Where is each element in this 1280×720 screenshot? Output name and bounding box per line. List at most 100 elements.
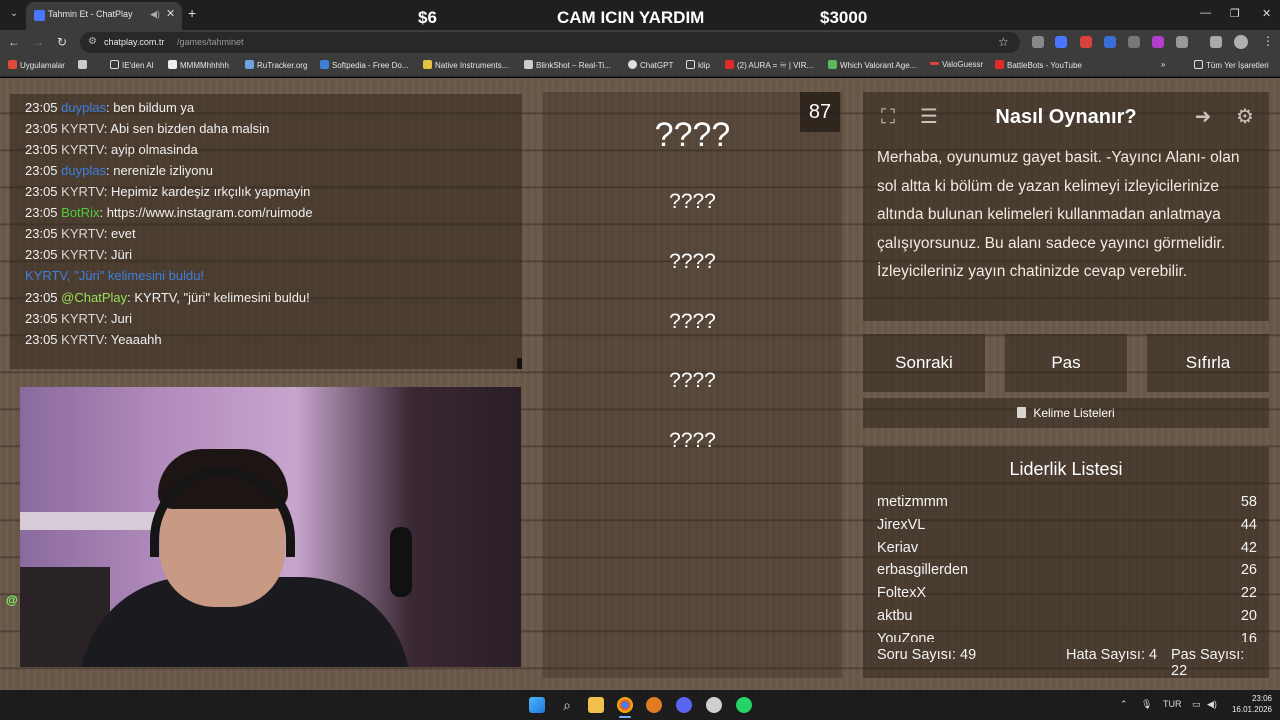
site-info-icon[interactable]: ⚙ [88,36,100,48]
leaderboard-row: JirexVL 44 [877,516,1257,533]
input-language[interactable]: TUR [1163,699,1182,709]
chat-message: 23:05 duyplas: nerenizle izliyonu [25,163,213,178]
how-to-play-panel: ⛶ ☰ Nasıl Oynanır? ➜ ⚙ Merhaba, oyunumuz… [863,92,1269,321]
search-icon[interactable]: ⌕ [559,697,575,713]
chat-link[interactable]: : https://www.instagram.com/ruimode [99,205,312,220]
leaderboard-row: YouZone 16 [877,630,1257,642]
chat-username: KYRTV [61,184,104,199]
bookmark-rutracker[interactable]: RuTracker.org [245,60,307,70]
bookmark-klip[interactable]: klip [686,60,710,70]
media-control-icon[interactable] [1210,36,1222,48]
bookmark-star-icon[interactable]: ☆ [998,35,1009,49]
extension-icon[interactable] [1055,36,1067,48]
reload-icon[interactable]: ↻ [54,34,70,50]
extension-icon[interactable] [1152,36,1164,48]
bookmark-softpedia[interactable]: Softpedia - Free Do... [320,60,408,70]
folder-icon [686,60,695,69]
discord-icon[interactable] [676,697,692,713]
chat-panel: 23:05 duyplas: ben bildum ya 23:05 KYRTV… [10,94,522,369]
extension-icon[interactable] [1128,36,1140,48]
leaderboard-list[interactable]: metizmmm 58 JirexVL 44 Keriav 42 erbasgille… [877,492,1257,642]
tab-search-chevron-icon[interactable]: ⌄ [6,6,22,22]
bookmarks-overflow-icon[interactable]: » [1161,60,1165,69]
network-icon[interactable]: ▭ [1192,699,1201,710]
tab-audio-icon[interactable]: ◀) [150,9,160,20]
pass-button[interactable]: Pas [1005,334,1127,392]
bookmark-chatgpt[interactable]: ChatGPT [628,60,673,70]
browser-app-icon[interactable] [646,697,662,713]
whatsapp-icon[interactable] [736,697,752,713]
browser-toolbar: ← → ↻ ⚙ chatplay.com.tr /games/tahminet … [0,30,1280,55]
chat-message: 23:05 KYRTV: Hepimiz kardeşiz ırkçılık y… [25,184,311,199]
youtube-icon [725,60,734,69]
clock-date[interactable]: 16.01.2026 [1220,705,1272,714]
bookmarks-bar: Uygulamalar IE'den Al MMMMhhhhh RuTracke… [0,55,1280,77]
bookmark-grid-icon-item[interactable] [78,60,90,70]
chat-message: 23:05 BotRix: https://www.instagram.com/… [25,205,313,220]
bookmark-valorant-agent[interactable]: Which Valorant Age... [828,60,916,70]
leaderboard-row: erbasgillerden 26 [877,562,1257,579]
chat-username: KYRTV [61,332,104,347]
at-sign-icon: @ [6,593,18,607]
forbidden-word: ???? [669,190,716,213]
gear-icon[interactable]: ⚙ [1229,101,1261,133]
chrome-icon[interactable] [617,697,633,713]
logout-icon[interactable]: ➜ [1187,101,1219,133]
window-restore-icon[interactable]: ❐ [1230,7,1240,20]
expand-icon[interactable]: ⛶ [872,101,904,133]
chat-message: 23:05 KYRTV: Juri [25,311,132,326]
window-close-icon[interactable]: ✕ [1262,7,1271,20]
bookmark-valoguessr[interactable]: ValoGuessr [930,60,983,69]
tray-overflow-chevron-icon[interactable]: ⌃ [1120,699,1128,710]
url-path: /games/tahminet [177,37,244,47]
extension-icon[interactable] [1080,36,1092,48]
leaderboard-row: Keriav 42 [877,539,1257,556]
site-icon [245,60,254,69]
volume-icon[interactable]: ◀) [1207,699,1217,710]
browser-menu-icon[interactable]: ⋮ [1262,34,1274,48]
word-lists-button[interactable]: Kelime Listeleri [863,398,1269,428]
windows-start-icon[interactable] [529,697,545,713]
bookmark-blinkshot[interactable]: BlinkShot – Real-Ti... [524,60,611,70]
reset-button[interactable]: Sıfırla [1147,334,1269,392]
leaderboard-panel: Liderlik Listesi metizmmm 58 JirexVL 44 Ke… [863,447,1269,678]
file-explorer-icon[interactable] [588,697,604,713]
app-icon[interactable] [706,697,722,713]
extension-icon[interactable] [1032,36,1044,48]
chat-username: duyplas [61,163,106,178]
profile-avatar[interactable] [1234,35,1248,49]
site-icon [828,60,837,69]
bookmark-aura[interactable]: (2) AURA = ♾ | VIR... [725,60,813,70]
extensions-puzzle-icon[interactable] [1176,36,1188,48]
url-host: chatplay.com.tr [104,37,165,47]
bookmark-native-instruments[interactable]: Native Instruments... [423,60,508,70]
clipboard-icon [1017,407,1027,418]
bookmark-all[interactable]: Tüm Yer İşaretleri [1194,60,1269,70]
chat-username: duyplas [61,100,106,115]
extension-icon[interactable] [1104,36,1116,48]
new-tab-plus-icon[interactable]: + [188,5,196,21]
address-bar[interactable]: ⚙ chatplay.com.tr /games/tahminet ☆ [80,32,1020,53]
chat-system-message: KYRTV, "Jüri" kelimesini buldu! [25,268,205,283]
apps-grid-icon [8,60,17,69]
back-arrow-icon[interactable]: ← [6,34,22,50]
chat-username: KYRTV [61,311,104,326]
tab-close-icon[interactable]: ✕ [166,7,175,20]
bookmark-apps[interactable]: Uygulamalar [8,60,65,70]
tab-tahmin-et[interactable]: Tahmin Et - ChatPlay ◀) ✕ [26,2,182,30]
chat-username: BotRix [61,205,100,220]
chat-scrollbar[interactable] [517,358,522,369]
chat-username: @ChatPlay [61,290,128,305]
microphone-icon[interactable]: 🎙 [1141,699,1152,710]
bookmark-mmmm[interactable]: MMMMhhhhh [168,60,229,70]
chat-message: 23:05 KYRTV: evet [25,226,136,241]
bookmark-ie[interactable]: IE'den Al [110,60,153,70]
forbidden-word: ???? [669,310,716,333]
document-icon[interactable]: ☰ [913,101,945,133]
folder-icon [423,60,432,69]
bookmark-battlebots[interactable]: BattleBots - YouTube [995,60,1082,70]
next-button[interactable]: Sonraki [863,334,985,392]
window-minimize-icon[interactable]: — [1200,7,1211,19]
forward-arrow-icon[interactable]: → [30,34,46,50]
clock-time[interactable]: 23:06 [1232,694,1272,703]
